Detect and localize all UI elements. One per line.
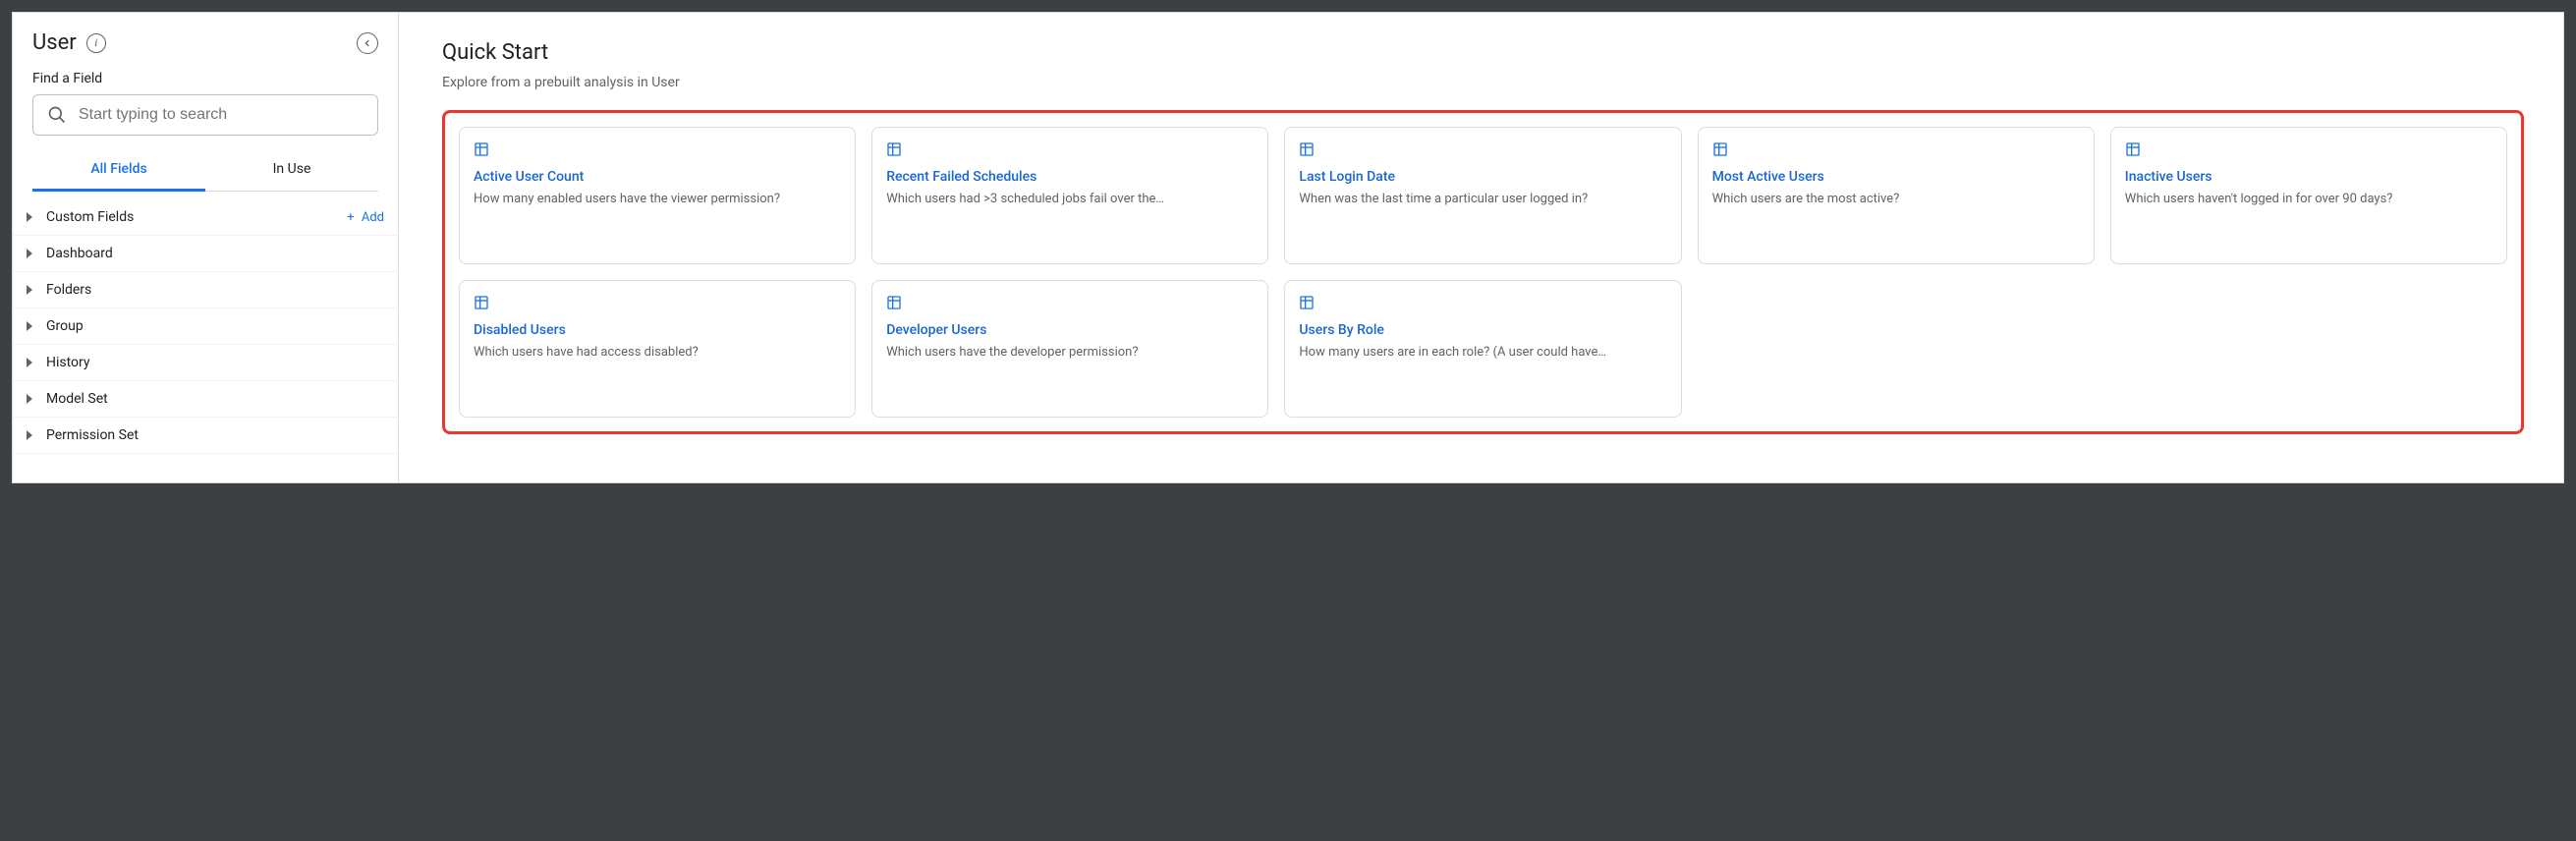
explore-icon	[1299, 141, 1666, 169]
card-title: Inactive Users	[2125, 169, 2492, 185]
tree-row-label: Dashboard	[46, 246, 113, 261]
title-row: User i	[32, 30, 378, 55]
tree-row-folders[interactable]: Folders	[13, 272, 398, 308]
collapse-sidebar-button[interactable]	[357, 32, 378, 54]
explore-icon	[886, 295, 1254, 322]
app-window: User i Find a Field All Fields In Use Cu…	[12, 12, 2564, 483]
tree-row-history[interactable]: History	[13, 345, 398, 381]
quick-start-card[interactable]: Last Login Date When was the last time a…	[1284, 127, 1681, 264]
quick-start-card[interactable]: Recent Failed Schedules Which users had …	[871, 127, 1268, 264]
caret-icon	[27, 249, 32, 258]
info-icon[interactable]: i	[86, 33, 106, 53]
quick-start-card[interactable]: Active User Count How many enabled users…	[459, 127, 856, 264]
sidebar: User i Find a Field All Fields In Use Cu…	[13, 13, 399, 482]
tab-all-fields[interactable]: All Fields	[32, 149, 205, 192]
explore-title: User	[32, 30, 77, 55]
explore-icon	[1712, 141, 2080, 169]
explore-icon	[2125, 141, 2492, 169]
caret-icon	[27, 394, 32, 404]
card-desc: When was the last time a particular user…	[1299, 191, 1666, 209]
tree-row-label: Custom Fields	[46, 209, 134, 225]
sidebar-tabs: All Fields In Use	[32, 149, 378, 192]
card-desc: Which users are the most active?	[1712, 191, 2080, 209]
tab-in-use[interactable]: In Use	[205, 149, 378, 191]
card-title: Active User Count	[474, 169, 841, 185]
quick-start-card[interactable]: Inactive Users Which users haven't logge…	[2110, 127, 2507, 264]
add-label: Add	[362, 210, 384, 225]
field-tree[interactable]: Custom Fields + Add Dashboard Folders Gr…	[13, 199, 398, 482]
tree-row-dashboard[interactable]: Dashboard	[13, 236, 398, 272]
card-title: Most Active Users	[1712, 169, 2080, 185]
card-title: Recent Failed Schedules	[886, 169, 1254, 185]
caret-icon	[27, 212, 32, 222]
card-desc: Which users have had access disabled?	[474, 344, 841, 363]
tree-row-label: Group	[46, 318, 84, 334]
card-title: Last Login Date	[1299, 169, 1666, 185]
search-icon	[47, 105, 67, 125]
tree-row-permission-set[interactable]: Permission Set	[13, 418, 398, 454]
tree-row-group[interactable]: Group	[13, 308, 398, 345]
card-desc: Which users had >3 scheduled jobs fail o…	[886, 191, 1254, 209]
caret-icon	[27, 358, 32, 367]
explore-icon	[886, 141, 1254, 169]
chevron-left-icon	[363, 38, 372, 48]
tree-row-label: Folders	[46, 282, 91, 298]
quick-start-subtitle: Explore from a prebuilt analysis in User	[442, 75, 2524, 90]
explore-icon	[1299, 295, 1666, 322]
card-desc: How many enabled users have the viewer p…	[474, 191, 841, 209]
card-desc: How many users are in each role? (A user…	[1299, 344, 1666, 363]
card-desc: Which users haven't logged in for over 9…	[2125, 191, 2492, 209]
quick-start-card[interactable]: Disabled Users Which users have had acce…	[459, 280, 856, 418]
add-custom-field-button[interactable]: + Add	[347, 210, 384, 225]
caret-icon	[27, 285, 32, 295]
card-title: Developer Users	[886, 322, 1254, 338]
explore-icon	[474, 141, 841, 169]
quick-start-card[interactable]: Developer Users Which users have the dev…	[871, 280, 1268, 418]
tree-row-custom-fields[interactable]: Custom Fields + Add	[13, 199, 398, 236]
quick-start-card[interactable]: Most Active Users Which users are the mo…	[1698, 127, 2095, 264]
tree-row-label: Permission Set	[46, 427, 139, 443]
search-field-container[interactable]	[32, 94, 378, 136]
caret-icon	[27, 321, 32, 331]
tree-row-model-set[interactable]: Model Set	[13, 381, 398, 418]
main-area: Quick Start Explore from a prebuilt anal…	[399, 13, 2563, 482]
quick-start-card-grid: Active User Count How many enabled users…	[459, 127, 2507, 418]
sidebar-header: User i Find a Field All Fields In Use	[13, 13, 398, 199]
quick-start-highlight: Active User Count How many enabled users…	[442, 110, 2524, 434]
tree-row-label: Model Set	[46, 391, 108, 407]
tree-row-label: History	[46, 355, 90, 370]
explore-icon	[474, 295, 841, 322]
card-desc: Which users have the developer permissio…	[886, 344, 1254, 363]
find-field-label: Find a Field	[32, 71, 378, 86]
quick-start-card[interactable]: Users By Role How many users are in each…	[1284, 280, 1681, 418]
title-left: User i	[32, 30, 106, 55]
search-input[interactable]	[79, 106, 364, 124]
quick-start-title: Quick Start	[442, 40, 2524, 65]
card-title: Disabled Users	[474, 322, 841, 338]
caret-icon	[27, 430, 32, 440]
card-title: Users By Role	[1299, 322, 1666, 338]
